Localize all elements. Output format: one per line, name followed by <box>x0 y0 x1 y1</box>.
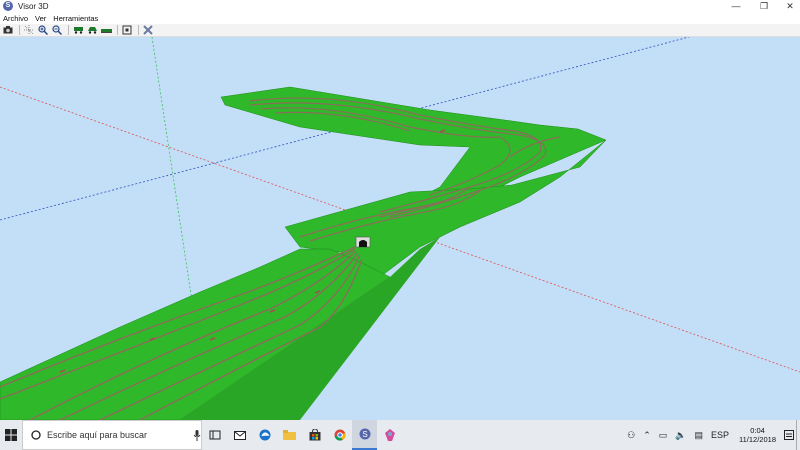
visor-3d-window: S Visor 3D — ❐ ✕ Archivo Ver Herramienta… <box>0 0 800 420</box>
taskbar-chrome[interactable] <box>327 420 352 450</box>
system-tray: ⚇ ⌃ ▭ 🔈 ▤ ESP 0:04 11/12/2018 <box>623 420 800 450</box>
start-button[interactable] <box>0 420 22 450</box>
3d-viewport[interactable] <box>0 37 800 420</box>
train-icon[interactable] <box>72 25 84 36</box>
rail-icon[interactable] <box>100 25 112 36</box>
show-hidden-icons-chevron-icon[interactable]: ⌃ <box>643 430 651 441</box>
task-view-icon <box>209 430 220 440</box>
edge-icon <box>259 429 270 441</box>
toolbar-separator <box>117 25 118 35</box>
close-button[interactable]: ✕ <box>772 0 800 12</box>
app-logo-icon: S <box>3 1 13 11</box>
window-title: Visor 3D <box>18 1 49 11</box>
paint-app-icon <box>384 429 395 441</box>
task-view-button[interactable] <box>202 420 227 450</box>
windows-taskbar: Escribe aquí para buscar S ⚇ ⌃ ▭ 🔈 ▤ ESP… <box>0 420 800 450</box>
axes-icon[interactable] <box>23 25 35 36</box>
toolbar-separator <box>68 25 69 35</box>
taskbar-search-box[interactable]: Escribe aquí para buscar <box>22 420 202 450</box>
tunnel-portal <box>355 236 371 248</box>
mail-icon <box>233 430 246 440</box>
chrome-icon <box>334 429 346 441</box>
windows-logo-icon <box>5 429 17 441</box>
fit-view-icon[interactable] <box>121 25 133 36</box>
store-icon <box>309 429 320 441</box>
3d-scene <box>0 37 800 420</box>
taskbar-edge[interactable] <box>252 420 277 450</box>
action-center-button[interactable] <box>782 420 796 450</box>
svg-text:S: S <box>362 430 367 439</box>
title-bar[interactable]: S Visor 3D — ❐ ✕ <box>0 0 800 12</box>
clock-date: 11/12/2018 <box>739 435 776 444</box>
taskbar-mail[interactable] <box>227 420 252 450</box>
toolbar-separator <box>19 25 20 35</box>
volume-icon[interactable]: 🔈 <box>675 430 686 441</box>
taskbar-file-explorer[interactable] <box>277 420 302 450</box>
menu-ver[interactable]: Ver <box>35 14 46 23</box>
microphone-icon[interactable] <box>193 429 201 441</box>
toolbar <box>0 24 800 37</box>
folder-icon <box>283 430 296 440</box>
menu-bar: Archivo Ver Herramientas <box>0 12 800 24</box>
visor-app-icon: S <box>359 428 370 440</box>
clock-time: 0:04 <box>750 426 765 435</box>
taskbar-paint-app[interactable] <box>377 420 402 450</box>
zoom-in-icon[interactable] <box>37 25 49 36</box>
taskbar-store[interactable] <box>302 420 327 450</box>
clock[interactable]: 0:04 11/12/2018 <box>739 426 776 444</box>
tools-icon[interactable] <box>142 25 154 36</box>
show-desktop-button[interactable] <box>796 420 800 450</box>
train-alt-icon[interactable] <box>86 25 98 36</box>
taskbar-visor-app[interactable]: S <box>352 420 377 450</box>
search-icon <box>31 430 41 440</box>
ime-icon[interactable]: ▤ <box>694 430 703 441</box>
search-placeholder: Escribe aquí para buscar <box>47 430 148 440</box>
network-icon[interactable]: ▭ <box>659 430 668 441</box>
camera-icon[interactable] <box>2 25 14 36</box>
input-language[interactable]: ESP <box>711 430 729 440</box>
people-icon[interactable]: ⚇ <box>627 430 635 441</box>
zoom-out-icon[interactable] <box>51 25 63 36</box>
menu-herramientas[interactable]: Herramientas <box>53 14 98 23</box>
toolbar-separator <box>138 25 139 35</box>
notification-icon <box>784 430 794 440</box>
menu-archivo[interactable]: Archivo <box>3 14 28 23</box>
